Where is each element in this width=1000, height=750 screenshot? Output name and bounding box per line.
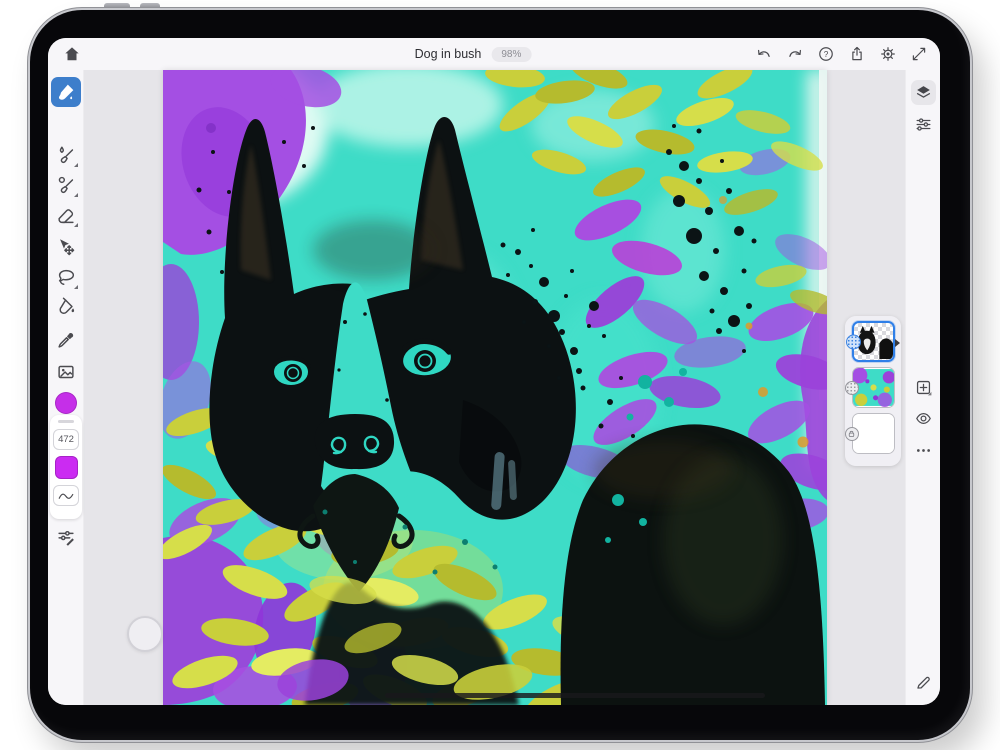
eraser-tool[interactable] <box>51 200 81 230</box>
eyedropper-tool[interactable] <box>51 325 81 355</box>
settings-icon[interactable] <box>879 45 897 63</box>
document-title: Dog in bush <box>415 47 482 61</box>
ipad-device: Dog in bush 98% ? <box>28 8 972 742</box>
canvas-artwork[interactable] <box>163 70 827 705</box>
left-tool-strip: 472 <box>48 70 84 705</box>
layer-item-foliage[interactable] <box>852 367 895 408</box>
brush-settings-icon <box>55 526 77 548</box>
add-layer-button[interactable] <box>911 375 936 400</box>
lasso-tool[interactable] <box>51 262 81 292</box>
app-screen: Dog in bush 98% ? <box>48 38 940 705</box>
top-toolbar: Dog in bush 98% ? <box>48 38 940 70</box>
redo-icon[interactable] <box>786 45 804 63</box>
move-tool[interactable] <box>51 232 81 262</box>
share-icon[interactable] <box>848 45 866 63</box>
layer-properties-button[interactable] <box>911 112 936 137</box>
brush-quick-panel: 472 <box>50 415 82 519</box>
layer-flyout-handle[interactable] <box>895 339 900 347</box>
layer-thumbnail <box>853 414 894 453</box>
eyedropper-icon <box>55 329 77 351</box>
layer-lock-badge[interactable] <box>845 427 859 441</box>
layer-badge-selected[interactable] <box>846 334 861 349</box>
right-tool-strip <box>905 70 940 705</box>
report-bug-button[interactable] <box>911 702 936 705</box>
watercolor-brush-tool[interactable] <box>51 140 81 170</box>
expand-icon[interactable] <box>910 45 928 63</box>
mixer-brush-tool[interactable] <box>51 170 81 200</box>
layers-panel-button[interactable] <box>911 80 936 105</box>
layer-thumbnail <box>853 368 894 407</box>
layers-panel <box>845 316 901 466</box>
fill-tool[interactable] <box>51 292 81 322</box>
help-icon[interactable]: ? <box>817 45 835 63</box>
place-image-tool[interactable] <box>51 357 81 387</box>
layer-item-dog[interactable] <box>852 321 895 362</box>
paint-brush-icon <box>55 81 77 103</box>
tool-options-indicator <box>74 223 78 227</box>
lock-icon <box>847 429 856 438</box>
panel-drag-handle[interactable] <box>58 420 74 423</box>
tool-options-indicator <box>74 193 78 197</box>
zoom-badge[interactable]: 98% <box>491 47 531 62</box>
tool-options-indicator <box>74 163 78 167</box>
layer-properties-icon <box>914 115 933 134</box>
home-button[interactable] <box>62 44 82 64</box>
brush-size-value[interactable]: 472 <box>53 429 79 450</box>
image-icon <box>55 361 77 383</box>
svg-text:?: ? <box>824 50 829 59</box>
notes-pencil-button[interactable] <box>911 670 936 695</box>
paint-brush-tool[interactable] <box>51 77 81 107</box>
smoothing-wave-icon <box>57 490 75 502</box>
undo-icon[interactable] <box>755 45 773 63</box>
move-icon <box>55 236 77 258</box>
layers-icon <box>914 83 933 102</box>
add-layer-icon <box>914 378 933 397</box>
fill-icon <box>55 296 77 318</box>
layer-options-button[interactable] <box>911 438 936 463</box>
layer-visibility-button[interactable] <box>911 406 936 431</box>
smoothing-button[interactable] <box>53 485 79 506</box>
tool-options-indicator <box>74 285 78 289</box>
layer-item-paper[interactable] <box>852 413 895 454</box>
layer-badge[interactable] <box>845 381 859 395</box>
brush-settings-button[interactable] <box>51 522 81 552</box>
pencil-icon <box>914 673 933 692</box>
ellipsis-icon <box>914 441 933 460</box>
color-wheel[interactable] <box>55 392 77 414</box>
recent-color-swatch[interactable] <box>55 456 78 479</box>
home-indicator[interactable] <box>385 693 765 698</box>
touch-shortcut-button[interactable] <box>127 616 163 652</box>
eye-icon <box>914 409 933 428</box>
